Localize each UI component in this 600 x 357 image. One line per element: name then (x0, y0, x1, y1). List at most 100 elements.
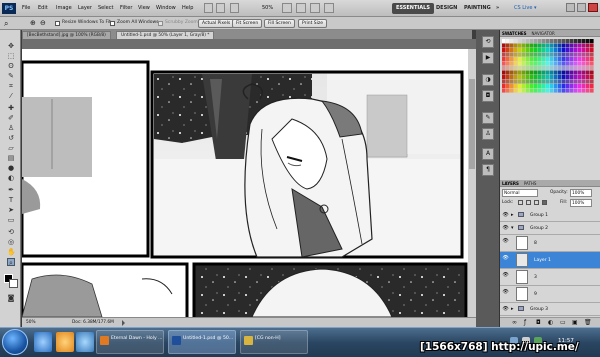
swatch-cell[interactable] (586, 52, 590, 57)
masks-panel-icon[interactable]: ◘ (482, 90, 494, 102)
swatch-cell[interactable] (570, 43, 574, 48)
swatch-cell[interactable] (530, 66, 534, 71)
swatch-cell[interactable] (550, 79, 554, 84)
zoom-level-select[interactable]: 50% (262, 5, 273, 11)
swatch-cell[interactable] (510, 61, 514, 66)
layer-row-layer-1[interactable]: 👁 Layer 1 (500, 252, 600, 269)
swatch-cell[interactable] (558, 39, 562, 44)
swatch-cell[interactable] (522, 57, 526, 62)
swatch-cell[interactable] (550, 57, 554, 62)
swatch-cell[interactable] (510, 52, 514, 57)
swatch-cell[interactable] (570, 66, 574, 71)
character-panel-icon[interactable]: A (482, 148, 494, 160)
swatch-cell[interactable] (562, 61, 566, 66)
swatch-cell[interactable] (502, 43, 506, 48)
swatch-cell[interactable] (554, 70, 558, 75)
swatch-cell[interactable] (506, 70, 510, 75)
swatch-cell[interactable] (578, 57, 582, 62)
zoom-tool-icon[interactable]: ⌕ (7, 258, 15, 267)
swatch-cell[interactable] (582, 79, 586, 84)
start-button[interactable] (2, 329, 28, 355)
swatch-cell[interactable] (578, 79, 582, 84)
swatch-cell[interactable] (530, 70, 534, 75)
swatch-cell[interactable] (522, 88, 526, 93)
swatch-cell[interactable] (522, 39, 526, 44)
swatch-cell[interactable] (562, 57, 566, 62)
swatch-cell[interactable] (522, 75, 526, 80)
swatch-cell[interactable] (546, 48, 550, 53)
swatch-cell[interactable] (546, 43, 550, 48)
swatch-cell[interactable] (526, 79, 530, 84)
swatch-cell[interactable] (546, 57, 550, 62)
swatch-cell[interactable] (562, 39, 566, 44)
swatch-cell[interactable] (554, 75, 558, 80)
swatch-cell[interactable] (566, 66, 570, 71)
swatch-cell[interactable] (574, 88, 578, 93)
swatch-cell[interactable] (582, 39, 586, 44)
expand-arrow-icon[interactable]: ▸ (511, 212, 514, 218)
swatch-cell[interactable] (570, 39, 574, 44)
swatch-cell[interactable] (578, 84, 582, 89)
swatch-cell[interactable] (558, 57, 562, 62)
swatch-cell[interactable] (530, 88, 534, 93)
workspace-more[interactable]: » (492, 3, 503, 14)
visibility-eye-icon[interactable]: 👁 (502, 272, 509, 278)
menu-image[interactable]: Image (56, 5, 72, 11)
quick-mask-icon[interactable]: ◙ (7, 294, 15, 302)
swatch-cell[interactable] (590, 57, 594, 62)
media-player-icon[interactable] (76, 332, 94, 352)
launch-minibridge-icon[interactable] (216, 3, 225, 13)
move-tool-icon[interactable]: ✥ (7, 42, 15, 50)
swatch-cell[interactable] (534, 84, 538, 89)
swatch-cell[interactable] (526, 70, 530, 75)
adjustment-layer-icon[interactable]: ◐ (548, 319, 553, 327)
print-size-button[interactable]: Print Size (298, 19, 328, 28)
opacity-field[interactable]: 100% (570, 189, 592, 197)
swatch-cell[interactable] (518, 61, 522, 66)
doc-tab-untitled[interactable]: Untitled-1.psd @ 50% (Layer 1, Gray/8) * (116, 31, 215, 39)
swatch-cell[interactable] (538, 84, 542, 89)
swatch-cell[interactable] (538, 61, 542, 66)
swatch-cell[interactable] (570, 79, 574, 84)
zoom-all-windows-checkbox[interactable] (110, 21, 115, 26)
swatch-cell[interactable] (518, 57, 522, 62)
swatch-cell[interactable] (514, 61, 518, 66)
swatch-cell[interactable] (510, 84, 514, 89)
expand-arrow-icon[interactable]: ▸ (511, 306, 514, 312)
swatch-cell[interactable] (526, 66, 530, 71)
swatch-cell[interactable] (570, 61, 574, 66)
swatch-cell[interactable] (502, 75, 506, 80)
type-tool-icon[interactable]: T (7, 196, 15, 204)
swatch-cell[interactable] (574, 48, 578, 53)
menu-help[interactable]: Help (182, 5, 193, 11)
swatch-cell[interactable] (530, 61, 534, 66)
swatch-cell[interactable] (502, 61, 506, 66)
swatch-cell[interactable] (518, 52, 522, 57)
swatch-cell[interactable] (542, 66, 546, 71)
swatch-cell[interactable] (546, 84, 550, 89)
menu-select[interactable]: Select (98, 5, 113, 11)
taskbar-button-eternal-dawn[interactable]: Eternal Dawn - Holy ... (96, 330, 164, 354)
swatch-cell[interactable] (534, 66, 538, 71)
paragraph-panel-icon[interactable]: ¶ (482, 164, 494, 176)
swatch-cell[interactable] (510, 75, 514, 80)
swatch-cell[interactable] (586, 84, 590, 89)
swatch-cell[interactable] (578, 70, 582, 75)
swatch-cell[interactable] (502, 39, 506, 44)
swatch-cell[interactable] (578, 66, 582, 71)
swatch-cell[interactable] (506, 84, 510, 89)
swatch-cell[interactable] (590, 43, 594, 48)
swatch-cell[interactable] (590, 39, 594, 44)
lasso-tool-icon[interactable]: ʘ (7, 62, 15, 70)
visibility-eye-icon[interactable]: 👁 (502, 212, 509, 218)
swatch-cell[interactable] (538, 79, 542, 84)
internet-explorer-icon[interactable] (34, 332, 52, 352)
swatch-cell[interactable] (566, 79, 570, 84)
swatch-cell[interactable] (586, 61, 590, 66)
swatch-cell[interactable] (526, 43, 530, 48)
eyedropper-tool-icon[interactable]: ⁄ (7, 92, 15, 100)
swatch-cell[interactable] (502, 79, 506, 84)
swatch-cell[interactable] (530, 84, 534, 89)
swatch-cell[interactable] (578, 48, 582, 53)
screen-mode-icon[interactable] (324, 3, 334, 13)
